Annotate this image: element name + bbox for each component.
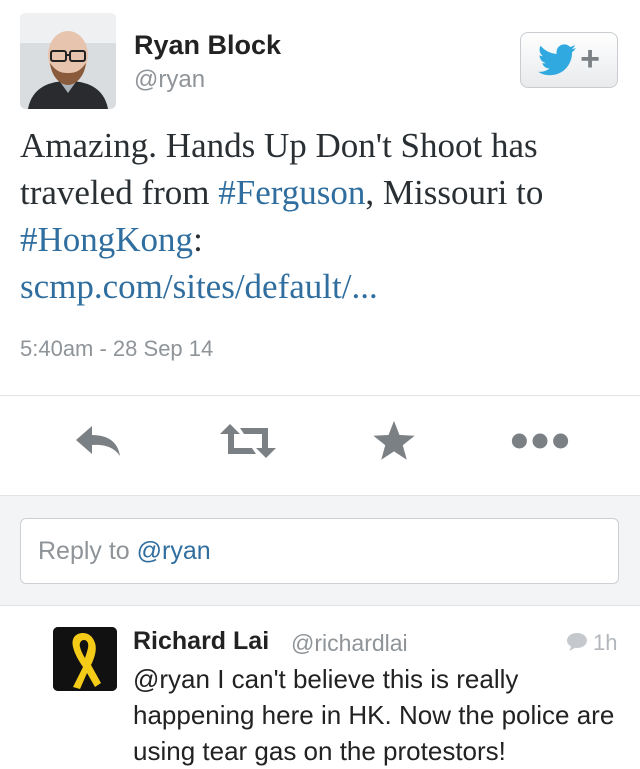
more-dots-icon xyxy=(511,433,569,449)
retweet-button[interactable] xyxy=(218,417,278,465)
reply-input[interactable]: Reply to @ryan xyxy=(20,518,619,584)
reply-arrow-icon xyxy=(76,426,120,456)
twitter-bird-icon xyxy=(538,44,577,76)
divider xyxy=(0,395,640,396)
conversation-bubble-icon xyxy=(566,632,588,657)
tweet-url-link[interactable]: scmp.com/sites/default/... xyxy=(20,267,378,306)
follow-plus-symbol: + xyxy=(580,39,600,78)
reply-author-handle[interactable]: @richardlai xyxy=(291,630,408,657)
tweet-text: Amazing. Hands Up Don't Shoot has travel… xyxy=(20,122,628,310)
author-handle[interactable]: @ryan xyxy=(134,66,205,94)
reply-time: 1h xyxy=(593,630,618,655)
avatar-portrait xyxy=(20,13,116,109)
reply-author-name[interactable]: Richard Lai xyxy=(133,627,269,656)
reply-text: @ryan I can't believe this is really hap… xyxy=(133,664,615,766)
reply-author-avatar[interactable] xyxy=(53,627,117,691)
retweet-icon xyxy=(220,424,276,458)
tweet-text-part: , Missouri to xyxy=(365,173,544,212)
star-icon xyxy=(373,420,415,460)
hashtag-hongkong-link[interactable]: #HongKong xyxy=(20,220,193,259)
reply-placeholder-prefix: Reply to xyxy=(38,537,137,565)
hashtag-ferguson-link[interactable]: #Ferguson xyxy=(218,173,365,212)
yellow-ribbon-icon xyxy=(53,627,117,691)
reply-button[interactable] xyxy=(68,417,128,465)
author-name[interactable]: Ryan Block xyxy=(134,30,281,61)
favorite-button[interactable] xyxy=(364,417,424,465)
tweet-text-part: : xyxy=(193,220,203,259)
more-button[interactable] xyxy=(510,417,570,465)
reply-placeholder-mention: @ryan xyxy=(136,537,211,565)
author-avatar[interactable] xyxy=(20,13,116,109)
tweet-timestamp[interactable]: 5:40am - 28 Sep 14 xyxy=(20,336,213,362)
follow-button[interactable]: + xyxy=(520,32,618,88)
